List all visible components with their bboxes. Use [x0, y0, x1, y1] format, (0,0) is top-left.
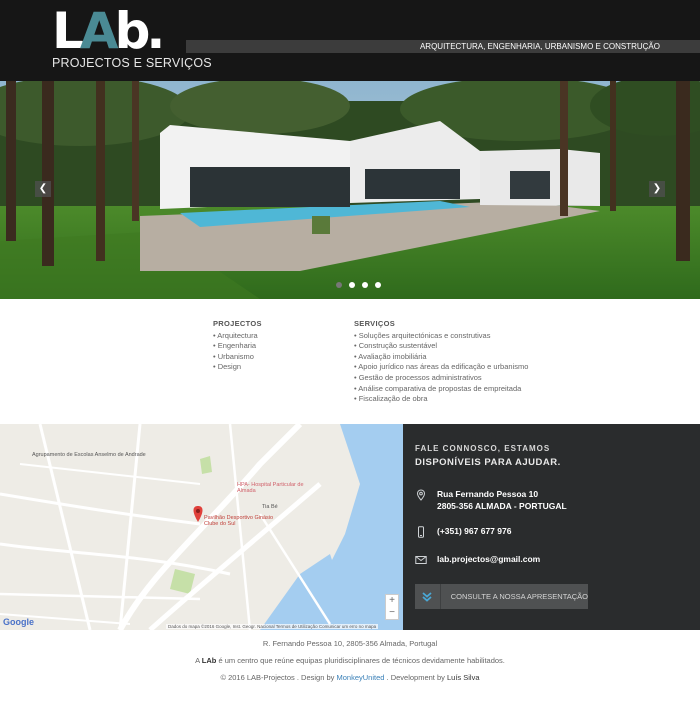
- list-item: • Engenharia: [213, 341, 257, 351]
- footer-about-text: é um centro que reúne equipas pluridisci…: [216, 656, 505, 665]
- projectos-column: PROJECTOS • Arquitectura • Engenharia • …: [213, 319, 262, 373]
- servicos-title: SERVIÇOS: [354, 319, 396, 328]
- map-label-tia-be: Tia Bé: [262, 504, 278, 510]
- footer-about: A LAb é um centro que reúne equipas plur…: [0, 656, 700, 665]
- contact-address: Rua Fernando Pessoa 10 2805-356 ALMADA -…: [415, 488, 567, 512]
- list-item: • Construção sustentável: [354, 341, 438, 351]
- footer-about-prefix: A: [195, 656, 202, 665]
- map-zoom-control: + −: [385, 594, 399, 620]
- servicos-column: SERVIÇOS • Soluções arquitectónicas e co…: [354, 319, 528, 405]
- design-by-link[interactable]: MonkeyUnited: [337, 673, 385, 682]
- slider-dot-3[interactable]: [362, 282, 368, 288]
- servicos-list: • Soluções arquitectónicas e construtiva…: [354, 331, 528, 405]
- site-footer: R. Fernando Pessoa 10, 2805-356 Almada, …: [0, 630, 700, 713]
- tagline: ARQUITECTURA, ENGENHARIA, URBANISMO E CO…: [419, 42, 660, 51]
- google-logo[interactable]: Google: [3, 617, 34, 627]
- chevron-down-icon: [422, 591, 432, 602]
- footer-about-brand: LAb: [201, 656, 217, 665]
- slider-dot-1[interactable]: [336, 282, 342, 288]
- logo[interactable]: LAb. PROJECTOS E SERVIÇOS: [52, 2, 212, 72]
- map-label-school: Agrupamento de Escolas Anselmo de Andrad…: [32, 452, 146, 458]
- map-attribution[interactable]: Dados do mapa ©2016 Google, Inst. Geogr.…: [166, 624, 379, 629]
- hero-slider: ❮ ❯: [0, 81, 700, 299]
- presentation-button[interactable]: CONSULTE A NOSSA APRESENTAÇÃO: [415, 584, 588, 609]
- map-label-hospital: HPA- Hospital Particular de Almada: [237, 482, 304, 494]
- hero-image: [0, 81, 700, 299]
- slider-prev-button[interactable]: ❮: [35, 181, 51, 197]
- map[interactable]: Agrupamento de Escolas Anselmo de Andrad…: [0, 424, 403, 630]
- logo-word: LAb.: [52, 2, 165, 60]
- address-line2: 2805-356 ALMADA - PORTUGAL: [437, 501, 567, 511]
- email-address: lab.projectos@gmail.com: [437, 554, 541, 564]
- chevron-left-icon: ❮: [38, 183, 48, 194]
- development-prefix: . Development by: [384, 673, 447, 682]
- tagline-bar: ARQUITECTURA, ENGENHARIA, URBANISMO E CO…: [186, 40, 700, 53]
- presentation-button-label: CONSULTE A NOSSA APRESENTAÇÃO: [450, 592, 588, 601]
- zoom-out-button[interactable]: −: [386, 607, 398, 619]
- developer-link[interactable]: Luís Silva: [447, 673, 480, 682]
- presentation-button-icon-box: [415, 584, 441, 609]
- list-item: • Design: [213, 362, 242, 372]
- logo-subtitle: PROJECTOS E SERVIÇOS: [52, 56, 212, 70]
- projectos-list: • Arquitectura • Engenharia • Urbanismo …: [213, 331, 262, 373]
- list-item: • Arquitectura: [213, 330, 258, 340]
- chevron-right-icon: ❯: [652, 183, 662, 194]
- slider-dot-4[interactable]: [375, 282, 381, 288]
- contact-title-line2: DISPONÍVEIS PARA AJUDAR.: [415, 457, 561, 468]
- list-item: • Fiscalização de obra: [354, 394, 428, 404]
- list-item: • Avaliação imobiliária: [354, 351, 427, 361]
- contact-email[interactable]: lab.projectos@gmail.com: [415, 553, 540, 566]
- projectos-title: PROJECTOS: [213, 319, 262, 328]
- phone-icon: [418, 526, 424, 538]
- address-line1: Rua Fernando Pessoa 10: [437, 489, 539, 499]
- envelope-icon: [415, 556, 427, 564]
- map-label-pavilion: Pavilhão Desportivo Ginásio Clube do Sul: [204, 515, 274, 527]
- slider-dots: [336, 282, 381, 288]
- zoom-in-button[interactable]: +: [386, 595, 398, 607]
- services-section: PROJECTOS • Arquitectura • Engenharia • …: [0, 299, 700, 424]
- slider-dot-2[interactable]: [349, 282, 355, 288]
- list-item: • Gestão de processos administrativos: [354, 372, 482, 382]
- list-item: • Análise comparativa de propostas de em…: [354, 383, 522, 393]
- contact-title-line1: FALE CONNOSCO, ESTAMOS: [415, 444, 551, 453]
- phone-number: (+351) 967 677 976: [437, 526, 512, 536]
- footer-copyright: © 2016 LAB-Projectos . Design by MonkeyU…: [0, 673, 700, 682]
- site-header: LAb. PROJECTOS E SERVIÇOS ARQUITECTURA, …: [0, 0, 700, 81]
- copyright-text: © 2016 LAB-Projectos . Design by: [220, 673, 337, 682]
- list-item: • Urbanismo: [213, 351, 254, 361]
- location-pin-icon: [416, 489, 426, 501]
- slider-next-button[interactable]: ❯: [649, 181, 665, 197]
- footer-address: R. Fernando Pessoa 10, 2805-356 Almada, …: [262, 639, 438, 648]
- list-item: • Apoio jurídico nas áreas da edificação…: [354, 362, 529, 372]
- contact-panel: FALE CONNOSCO, ESTAMOS DISPONÍVEIS PARA …: [403, 424, 700, 630]
- contact-phone[interactable]: (+351) 967 677 976: [415, 525, 511, 538]
- list-item: • Soluções arquitectónicas e construtiva…: [354, 330, 491, 340]
